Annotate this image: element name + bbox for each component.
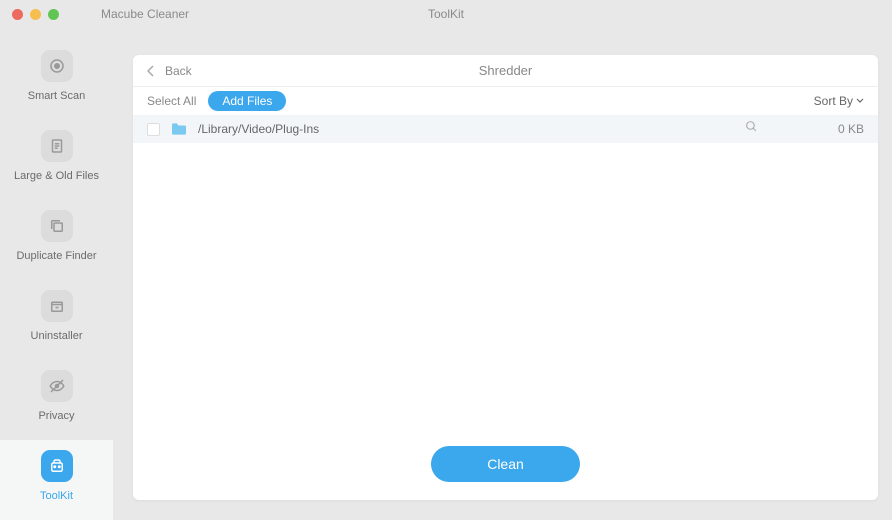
minimize-window-button[interactable] [30, 9, 41, 20]
file-row[interactable]: /Library/Video/Plug-Ins 0 KB [133, 115, 878, 143]
sidebar-item-smart-scan[interactable]: Smart Scan [0, 40, 113, 120]
add-files-button[interactable]: Add Files [208, 91, 286, 111]
content-area: Back Shredder Select All Add Files Sort … [113, 28, 892, 520]
sort-by-label: Sort By [814, 94, 853, 108]
panel-footer: Clean [133, 432, 878, 500]
sidebar-item-label: Large & Old Files [14, 170, 99, 182]
panel-header: Back Shredder [133, 55, 878, 87]
panel: Back Shredder Select All Add Files Sort … [133, 55, 878, 500]
back-label: Back [165, 64, 192, 78]
back-button[interactable]: Back [147, 64, 192, 78]
select-all-button[interactable]: Select All [147, 94, 196, 108]
folder-icon [170, 122, 188, 136]
search-icon [745, 120, 758, 133]
eye-off-icon [41, 370, 73, 402]
header-title: ToolKit [428, 7, 464, 21]
panel-title: Shredder [479, 63, 532, 78]
document-icon [41, 130, 73, 162]
titlebar: Macube Cleaner ToolKit [0, 0, 892, 28]
sidebar-item-label: Smart Scan [28, 90, 85, 102]
clean-button[interactable]: Clean [431, 446, 580, 482]
sidebar-item-toolkit[interactable]: ToolKit [0, 440, 113, 520]
target-icon [41, 50, 73, 82]
sidebar-item-privacy[interactable]: Privacy [0, 360, 113, 440]
sort-by-dropdown[interactable]: Sort By [814, 94, 864, 108]
toolkit-icon [41, 450, 73, 482]
sidebar-item-duplicate-finder[interactable]: Duplicate Finder [0, 200, 113, 280]
reveal-button[interactable] [745, 120, 758, 138]
archive-icon [41, 290, 73, 322]
maximize-window-button[interactable] [48, 9, 59, 20]
sidebar-item-label: Privacy [38, 410, 74, 422]
app-name: Macube Cleaner [101, 7, 189, 21]
sidebar: Smart Scan Large & Old Files Duplicate F… [0, 28, 113, 520]
file-list: /Library/Video/Plug-Ins 0 KB [133, 115, 878, 432]
file-path: /Library/Video/Plug-Ins [198, 122, 735, 136]
chevron-down-icon [856, 98, 864, 104]
close-window-button[interactable] [12, 9, 23, 20]
file-size: 0 KB [828, 122, 864, 136]
duplicate-icon [41, 210, 73, 242]
sidebar-item-label: Uninstaller [31, 330, 83, 342]
sidebar-item-label: ToolKit [40, 490, 73, 502]
toolbar: Select All Add Files Sort By [133, 87, 878, 115]
file-checkbox[interactable] [147, 123, 160, 136]
chevron-left-icon [147, 65, 155, 77]
window-controls [12, 9, 59, 20]
sidebar-item-large-old-files[interactable]: Large & Old Files [0, 120, 113, 200]
sidebar-item-label: Duplicate Finder [16, 250, 96, 262]
sidebar-item-uninstaller[interactable]: Uninstaller [0, 280, 113, 360]
